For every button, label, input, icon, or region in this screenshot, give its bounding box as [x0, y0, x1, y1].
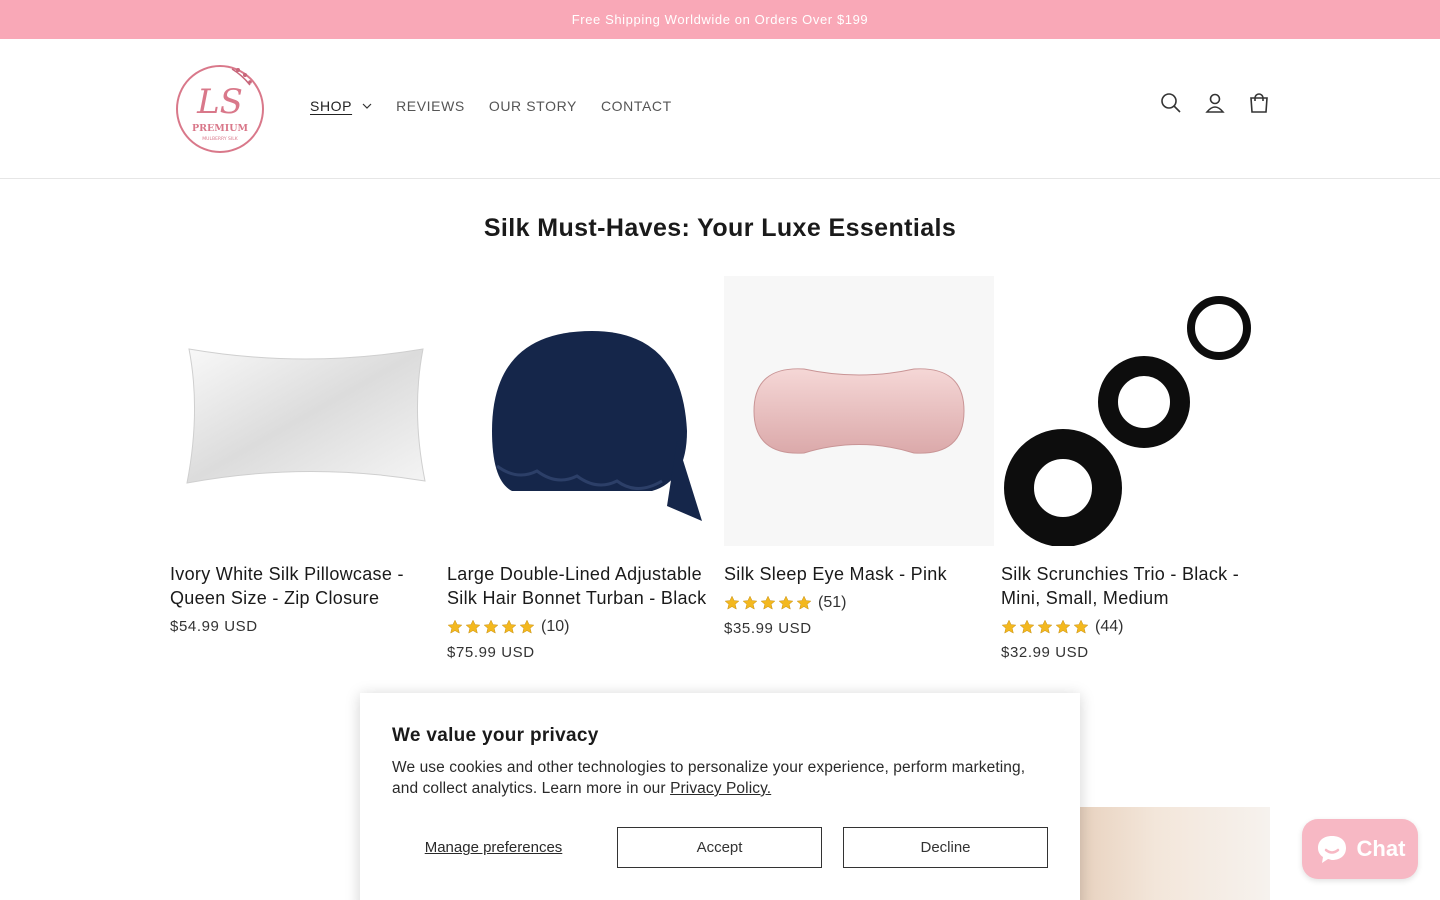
privacy-policy-link[interactable]: Privacy Policy. — [670, 780, 771, 797]
star-icon — [1055, 619, 1071, 634]
account-icon[interactable] — [1204, 92, 1226, 114]
star-icon — [778, 595, 794, 610]
product-card[interactable]: Large Double-Lined Adjustable Silk Hair … — [447, 276, 717, 661]
product-title[interactable]: Ivory White Silk Pillowcase - Queen Size… — [170, 562, 440, 610]
star-icon — [1019, 619, 1035, 634]
nav-shop-label: SHOP — [310, 98, 353, 114]
rating-stars — [447, 619, 535, 635]
product-card[interactable]: Ivory White Silk Pillowcase - Queen Size… — [170, 276, 440, 661]
review-count: (51) — [818, 594, 847, 611]
product-price: $75.99 USD — [447, 644, 535, 661]
nav-reviews[interactable]: REVIEWS — [396, 98, 465, 114]
product-price: $32.99 USD — [1001, 644, 1089, 661]
announcement-bar: Free Shipping Worldwide on Orders Over $… — [0, 0, 1440, 39]
cookie-text: We use cookies and other technologies to… — [392, 757, 1032, 799]
accept-button[interactable]: Accept — [617, 827, 822, 868]
background-banner-image — [1080, 807, 1270, 900]
star-icon — [1073, 619, 1089, 634]
cart-icon[interactable] — [1248, 92, 1270, 114]
rating-stars — [1001, 619, 1089, 635]
cookie-heading: We value your privacy — [392, 725, 599, 746]
star-icon — [796, 595, 812, 610]
product-card[interactable]: Silk Scrunchies Trio - Black - Mini, Sma… — [1001, 276, 1271, 661]
product-price: $54.99 USD — [170, 618, 258, 635]
product-image-pillowcase[interactable] — [170, 276, 440, 546]
product-image-eye-mask[interactable] — [724, 276, 994, 546]
chevron-down-icon — [362, 103, 372, 109]
manage-preferences-link[interactable]: Manage preferences — [392, 839, 595, 856]
site-header: LS PREMIUM MULBERRY SILK SHOP REVIEWS OU… — [0, 39, 1440, 179]
product-price: $35.99 USD — [724, 620, 812, 637]
chat-bubble-icon — [1317, 836, 1346, 863]
announcement-text: Free Shipping Worldwide on Orders Over $… — [571, 12, 869, 27]
star-icon — [760, 595, 776, 610]
nav-reviews-label: REVIEWS — [396, 98, 465, 114]
product-title[interactable]: Large Double-Lined Adjustable Silk Hair … — [447, 562, 717, 610]
product-rating: (51) — [724, 594, 994, 612]
product-title[interactable]: Silk Scrunchies Trio - Black - Mini, Sma… — [1001, 562, 1271, 610]
star-icon — [724, 595, 740, 610]
nav-our-story[interactable]: OUR STORY — [489, 98, 577, 114]
star-icon — [742, 595, 758, 610]
rating-stars — [724, 595, 812, 611]
star-icon — [1001, 619, 1017, 634]
decline-button[interactable]: Decline — [843, 827, 1048, 868]
product-image-scrunchies[interactable] — [1001, 276, 1271, 546]
chat-label: Chat — [1356, 836, 1406, 861]
product-image-bonnet[interactable] — [447, 276, 717, 546]
cookie-consent-banner: We value your privacy We use cookies and… — [360, 693, 1080, 900]
logo-initials: LS — [196, 82, 243, 122]
product-card[interactable]: Silk Sleep Eye Mask - Pink (51) $35.99 U… — [724, 276, 994, 661]
section-title: Silk Must-Haves: Your Luxe Essentials — [483, 214, 957, 242]
nav-contact-label: CONTACT — [600, 98, 672, 114]
chat-button[interactable]: Chat — [1302, 819, 1418, 879]
nav-shop[interactable]: SHOP — [310, 98, 372, 114]
product-rating: (44) — [1001, 618, 1271, 636]
review-count: (44) — [1095, 618, 1124, 635]
product-grid: Ivory White Silk Pillowcase - Queen Size… — [170, 276, 1270, 661]
star-icon — [1037, 619, 1053, 634]
logo-line1: PREMIUM — [192, 123, 249, 134]
main-nav: SHOP REVIEWS OUR STORY CONTACT — [310, 98, 696, 114]
star-icon — [465, 619, 481, 634]
nav-contact[interactable]: CONTACT — [601, 98, 672, 114]
product-title[interactable]: Silk Sleep Eye Mask - Pink — [724, 562, 994, 586]
search-icon[interactable] — [1160, 92, 1182, 114]
star-icon — [483, 619, 499, 634]
nav-our-story-label: OUR STORY — [488, 98, 577, 114]
star-icon — [447, 619, 463, 634]
cookie-actions: Manage preferences Accept Decline — [392, 827, 1048, 868]
header-actions — [1160, 92, 1270, 114]
product-rating: (10) — [447, 618, 717, 636]
logo-line2: MULBERRY SILK — [202, 136, 238, 142]
star-icon — [519, 619, 535, 634]
star-icon — [501, 619, 517, 634]
brand-logo[interactable]: LS PREMIUM MULBERRY SILK — [172, 61, 268, 157]
review-count: (10) — [541, 618, 570, 635]
